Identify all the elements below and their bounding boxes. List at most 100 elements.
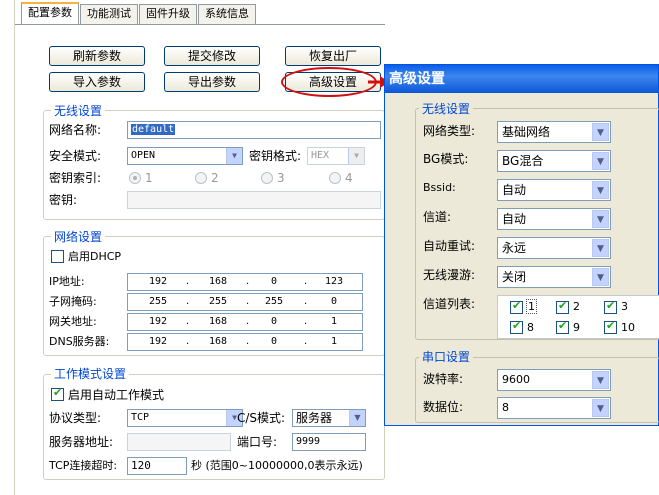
baud-value: 9600	[502, 373, 530, 386]
channel-checkbox-10[interactable]	[604, 319, 617, 334]
export-button[interactable]: 导出参数	[164, 72, 260, 92]
key-index-radio-3[interactable]	[261, 172, 273, 184]
security-label: 安全模式:	[49, 149, 102, 163]
dns-octet-3: 0	[270, 336, 278, 347]
adv-wireless-title: 无线设置	[419, 102, 474, 116]
cs-mode-select[interactable]: 服务器 ▼	[292, 409, 366, 427]
auto-retry-label: 自动重试:	[423, 239, 476, 253]
key-index-radio-2[interactable]	[195, 172, 207, 184]
gateway-octet-4: 1	[330, 316, 338, 327]
bg-mode-select[interactable]: BG混合 ▼	[497, 150, 611, 172]
server-addr-label: 服务器地址:	[49, 435, 114, 449]
bssid-select[interactable]: 自动 ▼	[497, 179, 611, 201]
key-index-option-2: 2	[211, 171, 219, 185]
chevron-down-icon: ▼	[592, 152, 609, 170]
ip-label: IP地址:	[49, 275, 85, 288]
chevron-down-icon: ▼	[348, 148, 364, 164]
channel-list-label: 信道列表:	[423, 297, 476, 311]
key-index-option-3: 3	[277, 171, 285, 185]
dns-input[interactable]: 192. 168. 0. 1	[127, 333, 363, 351]
restore-button[interactable]: 恢复出厂	[285, 46, 381, 66]
chevron-down-icon: ▼	[349, 410, 365, 426]
ip-octet-1: 192	[148, 276, 168, 287]
security-select[interactable]: OPEN ▼	[127, 147, 243, 165]
channel-checkbox-2[interactable]	[556, 299, 569, 314]
channel-checkbox-3[interactable]	[604, 299, 617, 314]
auto-mode-label: 启用自动工作模式	[68, 388, 165, 402]
channel-2-label: 2	[573, 300, 580, 313]
tab-function-test[interactable]: 功能测试	[80, 4, 138, 24]
ip-input[interactable]: 192. 168. 0. 123	[127, 273, 363, 291]
ssid-input[interactable]: default	[127, 121, 381, 139]
key-index-label: 密钥索引:	[49, 171, 102, 185]
gateway-input[interactable]: 192. 168. 0. 1	[127, 313, 363, 331]
mask-label: 子网掩码:	[49, 295, 97, 308]
key-input[interactable]	[127, 191, 381, 209]
roaming-select[interactable]: 关闭 ▼	[497, 266, 611, 288]
channel-checkbox-8[interactable]	[510, 319, 523, 334]
network-type-value: 基础网络	[502, 125, 551, 139]
tab-system-info[interactable]: 系统信息	[198, 4, 256, 24]
chevron-down-icon: ▼	[592, 371, 609, 389]
roaming-value: 关闭	[502, 270, 527, 284]
mask-octet-3: 255	[264, 296, 284, 307]
timeout-label: TCP连接超时:	[49, 459, 118, 472]
port-input[interactable]: 9999	[292, 433, 366, 451]
channel-list: 1 2 3 8 9 10	[497, 295, 659, 339]
channel-3-label: 3	[621, 300, 628, 313]
databits-select[interactable]: 8 ▼	[497, 397, 611, 419]
mask-input[interactable]: 255. 255. 255. 0	[127, 293, 363, 311]
cs-mode-label: C/S模式:	[237, 411, 286, 425]
chevron-down-icon: ▼	[226, 148, 242, 164]
tab-bar: 配置参数 功能测试 固件升级 系统信息	[15, 2, 385, 24]
dns-octet-2: 168	[208, 336, 228, 347]
channel-checkbox-1[interactable]	[510, 299, 523, 314]
dns-octet-4: 1	[330, 336, 338, 347]
chevron-down-icon: ▼	[592, 123, 609, 141]
tab-firmware[interactable]: 固件升级	[139, 4, 197, 24]
channel-8-label: 8	[527, 321, 534, 334]
channel-10-label: 10	[621, 321, 635, 334]
chevron-down-icon: ▼	[592, 239, 609, 257]
channel-9-label: 9	[573, 321, 580, 334]
gateway-octet-3: 0	[270, 316, 278, 327]
baud-label: 波特率:	[423, 372, 464, 386]
network-type-select[interactable]: 基础网络 ▼	[497, 121, 611, 143]
ssid-label: 网络名称:	[49, 123, 102, 137]
ip-octet-3: 0	[270, 276, 278, 287]
auto-retry-select[interactable]: 永远 ▼	[497, 237, 611, 259]
databits-value: 8	[502, 401, 509, 414]
baud-select[interactable]: 9600 ▼	[497, 369, 611, 391]
gateway-octet-1: 192	[148, 316, 168, 327]
server-addr-input[interactable]	[127, 433, 231, 451]
gateway-octet-2: 168	[208, 316, 228, 327]
channel-checkbox-9[interactable]	[556, 319, 569, 334]
protocol-select[interactable]: TCP ▼	[127, 409, 243, 427]
ssid-value: default	[131, 124, 176, 135]
channel-value: 自动	[502, 212, 527, 226]
dhcp-checkbox[interactable]	[51, 250, 64, 263]
channel-1-label: 1	[526, 299, 537, 314]
key-index-radio-1[interactable]	[129, 172, 141, 184]
dns-octet-1: 192	[148, 336, 168, 347]
key-format-select[interactable]: HEX ▼	[307, 147, 365, 165]
bssid-label: Bssid:	[423, 181, 456, 194]
dns-label: DNS服务器:	[49, 335, 110, 348]
timeout-input[interactable]: 120	[127, 457, 187, 475]
mode-group-title: 工作模式设置	[51, 367, 130, 381]
channel-select[interactable]: 自动 ▼	[497, 208, 611, 230]
advanced-dialog: 高级设置 无线设置 网络类型: 基础网络 ▼ BG模式: BG混合 ▼ Bssi…	[384, 64, 659, 426]
key-format-label: 密钥格式:	[249, 149, 302, 163]
auto-mode-checkbox[interactable]	[51, 386, 64, 401]
cs-mode-value: 服务器	[296, 411, 333, 425]
key-index-radio-4[interactable]	[329, 172, 341, 184]
databits-label: 数据位:	[423, 400, 464, 414]
import-button[interactable]: 导入参数	[49, 72, 145, 92]
auto-retry-value: 永远	[502, 241, 527, 255]
key-label: 密钥:	[49, 193, 78, 207]
tab-config[interactable]: 配置参数	[21, 2, 79, 24]
refresh-button[interactable]: 刷新参数	[49, 46, 145, 66]
timeout-hint: 秒 (范围0~10000000,0表示永远)	[191, 459, 363, 472]
submit-button[interactable]: 提交修改	[164, 46, 260, 66]
key-index-option-4: 4	[345, 171, 353, 185]
